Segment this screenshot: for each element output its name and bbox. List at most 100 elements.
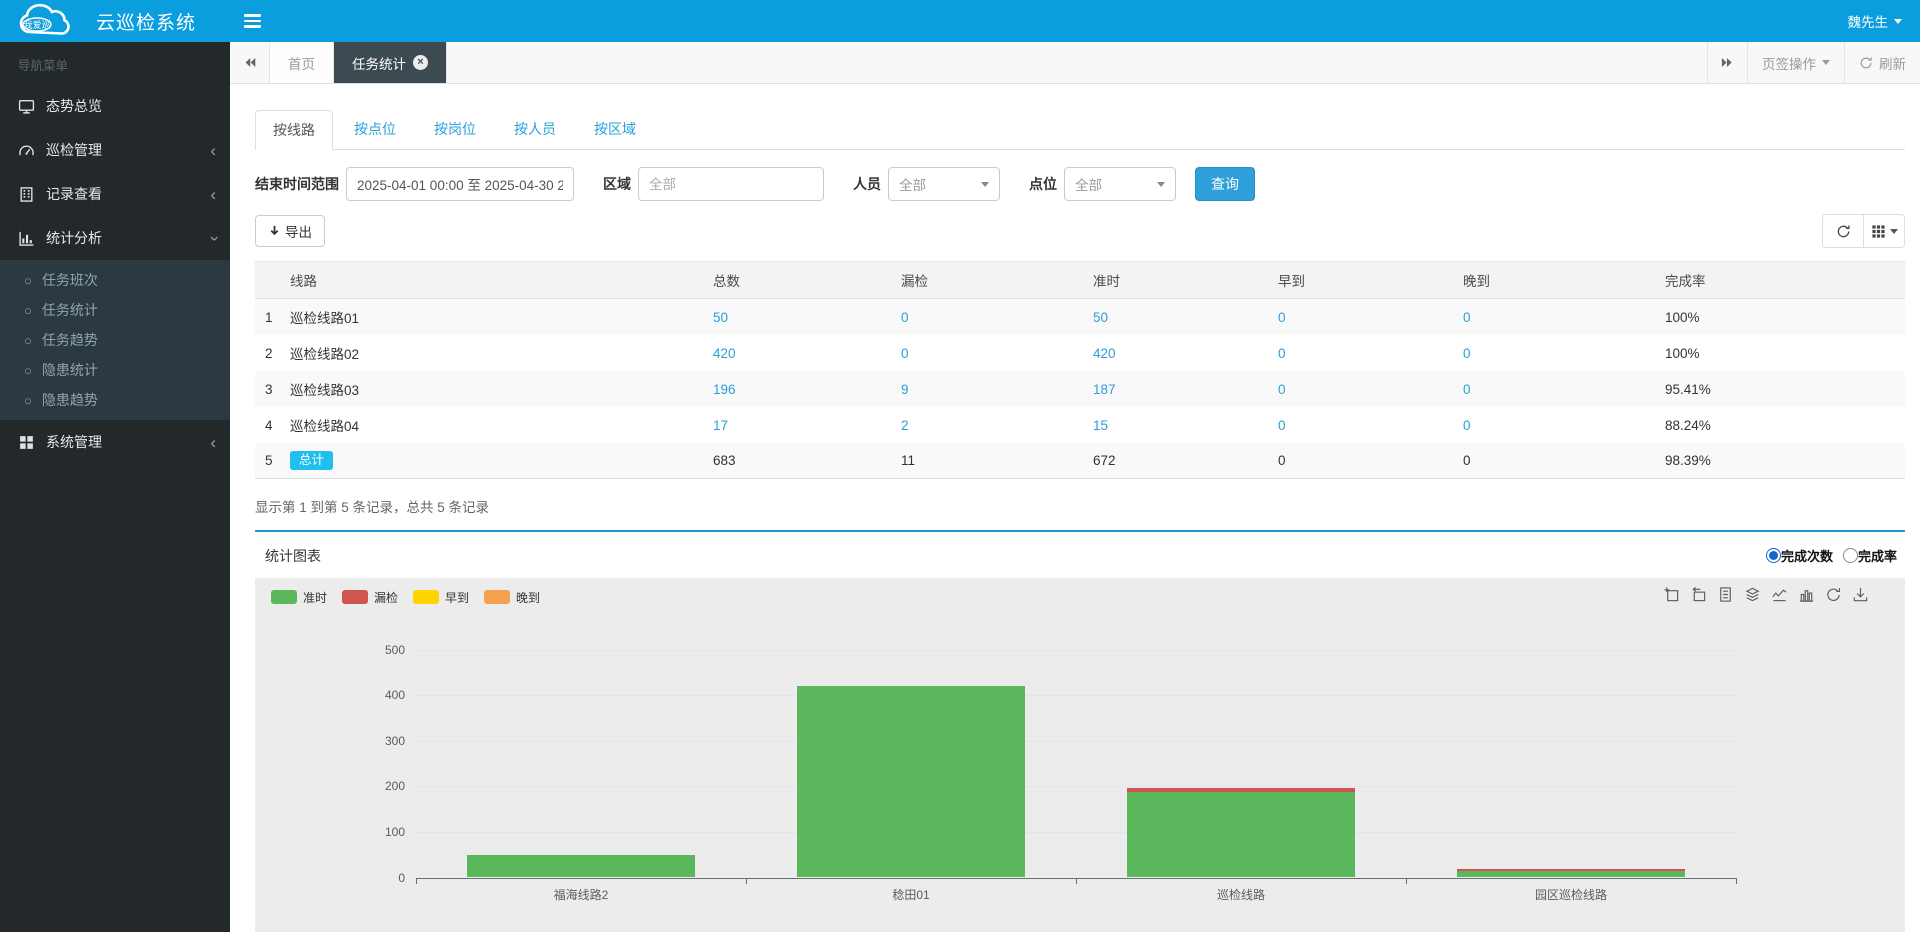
hamburger-icon[interactable] [230, 0, 274, 42]
sidebar-subitem[interactable]: ○隐患统计 [0, 355, 230, 385]
row-index: 1 [255, 299, 290, 336]
tab-按区域[interactable]: 按区域 [577, 110, 653, 150]
double-chevron-right-icon [1720, 55, 1735, 70]
value-link[interactable]: 420 [713, 346, 736, 361]
date-range-input[interactable] [346, 167, 574, 201]
row-rate: 88.24% [1665, 407, 1905, 443]
value-link[interactable]: 15 [1093, 418, 1108, 433]
sidebar-item-system[interactable]: 系统管理‹ [0, 420, 230, 464]
bar-segment-漏检 [1127, 788, 1355, 792]
value-link[interactable]: 0 [1463, 382, 1471, 397]
sidebar-menu: 态势总览巡检管理‹记录查看‹统计分析‹○任务班次○任务统计○任务趋势○隐患统计○… [0, 84, 230, 464]
value-link[interactable]: 0 [1463, 418, 1471, 433]
y-axis-label: 200 [363, 779, 405, 793]
tab-operations-button[interactable]: 页签操作 [1747, 42, 1844, 83]
page-tab-首页[interactable]: 首页 [270, 42, 334, 83]
tab-按线路[interactable]: 按线路 [255, 110, 333, 150]
columns-button[interactable] [1863, 214, 1905, 248]
sidebar-subitem[interactable]: ○任务趋势 [0, 325, 230, 355]
column-header[interactable]: 漏检 [901, 262, 1093, 299]
refresh-table-button[interactable] [1822, 214, 1864, 248]
stack-layers-icon[interactable] [1744, 586, 1761, 603]
filter-bar: 结束时间范围 区域 人员 全部 点位 全部 查询 [255, 167, 1905, 201]
caret-down-icon [1894, 19, 1902, 24]
value-link[interactable]: 187 [1093, 382, 1116, 397]
export-button[interactable]: 导出 [255, 215, 325, 247]
row-rate: 100% [1665, 299, 1905, 336]
refresh-tab-button[interactable]: 刷新 [1844, 42, 1920, 83]
column-header[interactable]: 总数 [713, 262, 901, 299]
value-link[interactable]: 0 [1278, 418, 1286, 433]
sidebar-item-label: 统计分析 [46, 228, 102, 248]
value-text: 11 [901, 453, 915, 468]
value-link[interactable]: 0 [1463, 310, 1471, 325]
x-axis-label: 福海线路2 [431, 886, 731, 903]
column-header[interactable]: 准时 [1093, 262, 1278, 299]
user-menu[interactable]: 魏先生 [1848, 11, 1903, 31]
page-tab-任务统计[interactable]: 任务统计× [334, 42, 447, 83]
value-text: 0 [1463, 453, 1471, 468]
y-axis-label: 100 [363, 825, 405, 839]
sidebar-subitem[interactable]: ○隐患趋势 [0, 385, 230, 415]
column-header[interactable]: 完成率 [1665, 262, 1905, 299]
sidebar-item-overview[interactable]: 态势总览 [0, 84, 230, 128]
sidebar-item-records[interactable]: 记录查看‹ [0, 172, 230, 216]
area-input[interactable] [638, 167, 824, 201]
page-tabs: 首页任务统计× [270, 42, 447, 83]
data-view-icon[interactable] [1717, 586, 1734, 603]
value-link[interactable]: 420 [1093, 346, 1116, 361]
value-link[interactable]: 17 [713, 418, 728, 433]
tab-按点位[interactable]: 按点位 [337, 110, 413, 150]
circle-icon: ○ [24, 334, 32, 347]
person-select[interactable]: 全部 [888, 167, 1000, 201]
bar-chart-icon[interactable] [1798, 586, 1815, 603]
row-name: 巡检线路02 [290, 335, 713, 371]
tab-按岗位[interactable]: 按岗位 [417, 110, 493, 150]
save-image-icon[interactable] [1852, 586, 1869, 603]
row-rate: 100% [1665, 335, 1905, 371]
column-header[interactable]: 晚到 [1463, 262, 1665, 299]
zoom-box-icon[interactable] [1663, 586, 1680, 603]
legend-item-准时[interactable]: 准时 [271, 589, 327, 606]
column-header[interactable]: 早到 [1278, 262, 1463, 299]
legend-item-晚到[interactable]: 晚到 [484, 589, 540, 606]
restore-icon[interactable] [1825, 586, 1842, 603]
value-link[interactable]: 0 [1278, 346, 1286, 361]
value-link[interactable]: 0 [1463, 346, 1471, 361]
tab-按人员[interactable]: 按人员 [497, 110, 573, 150]
line-chart-icon[interactable] [1771, 586, 1788, 603]
legend-item-早到[interactable]: 早到 [413, 589, 469, 606]
row-value: 0 [1278, 407, 1463, 443]
collapse-tabs-button[interactable] [230, 42, 270, 83]
axis-tick [416, 879, 417, 884]
value-link[interactable]: 0 [1278, 382, 1286, 397]
sidebar-subitem[interactable]: ○任务班次 [0, 265, 230, 295]
zoom-reset-icon[interactable] [1690, 586, 1707, 603]
user-name: 魏先生 [1848, 11, 1889, 31]
value-link[interactable]: 0 [1278, 310, 1286, 325]
gauge-icon [18, 142, 35, 159]
close-icon[interactable]: × [413, 55, 428, 70]
value-link[interactable]: 0 [901, 346, 909, 361]
row-value: 9 [901, 371, 1093, 407]
search-button[interactable]: 查询 [1195, 167, 1255, 201]
value-link[interactable]: 196 [713, 382, 736, 397]
page-tab-label: 首页 [288, 53, 315, 73]
radio-completion-count[interactable] [1766, 548, 1781, 563]
sidebar-menu-label: 导航菜单 [0, 42, 230, 84]
value-link[interactable]: 9 [901, 382, 909, 397]
sidebar-item-statistics[interactable]: 统计分析‹ [0, 216, 230, 260]
sidebar-item-inspection[interactable]: 巡检管理‹ [0, 128, 230, 172]
value-link[interactable]: 50 [713, 310, 728, 325]
value-link[interactable]: 2 [901, 418, 909, 433]
gridline [416, 786, 1736, 787]
arrow-down-icon [268, 225, 281, 238]
sidebar-subitem[interactable]: ○任务统计 [0, 295, 230, 325]
point-select[interactable]: 全部 [1064, 167, 1176, 201]
radio-completion-rate[interactable] [1843, 548, 1858, 563]
column-header[interactable]: 线路 [290, 262, 713, 299]
value-link[interactable]: 50 [1093, 310, 1108, 325]
value-link[interactable]: 0 [901, 310, 909, 325]
legend-item-漏检[interactable]: 漏检 [342, 589, 398, 606]
expand-tabs-button[interactable] [1707, 42, 1747, 83]
